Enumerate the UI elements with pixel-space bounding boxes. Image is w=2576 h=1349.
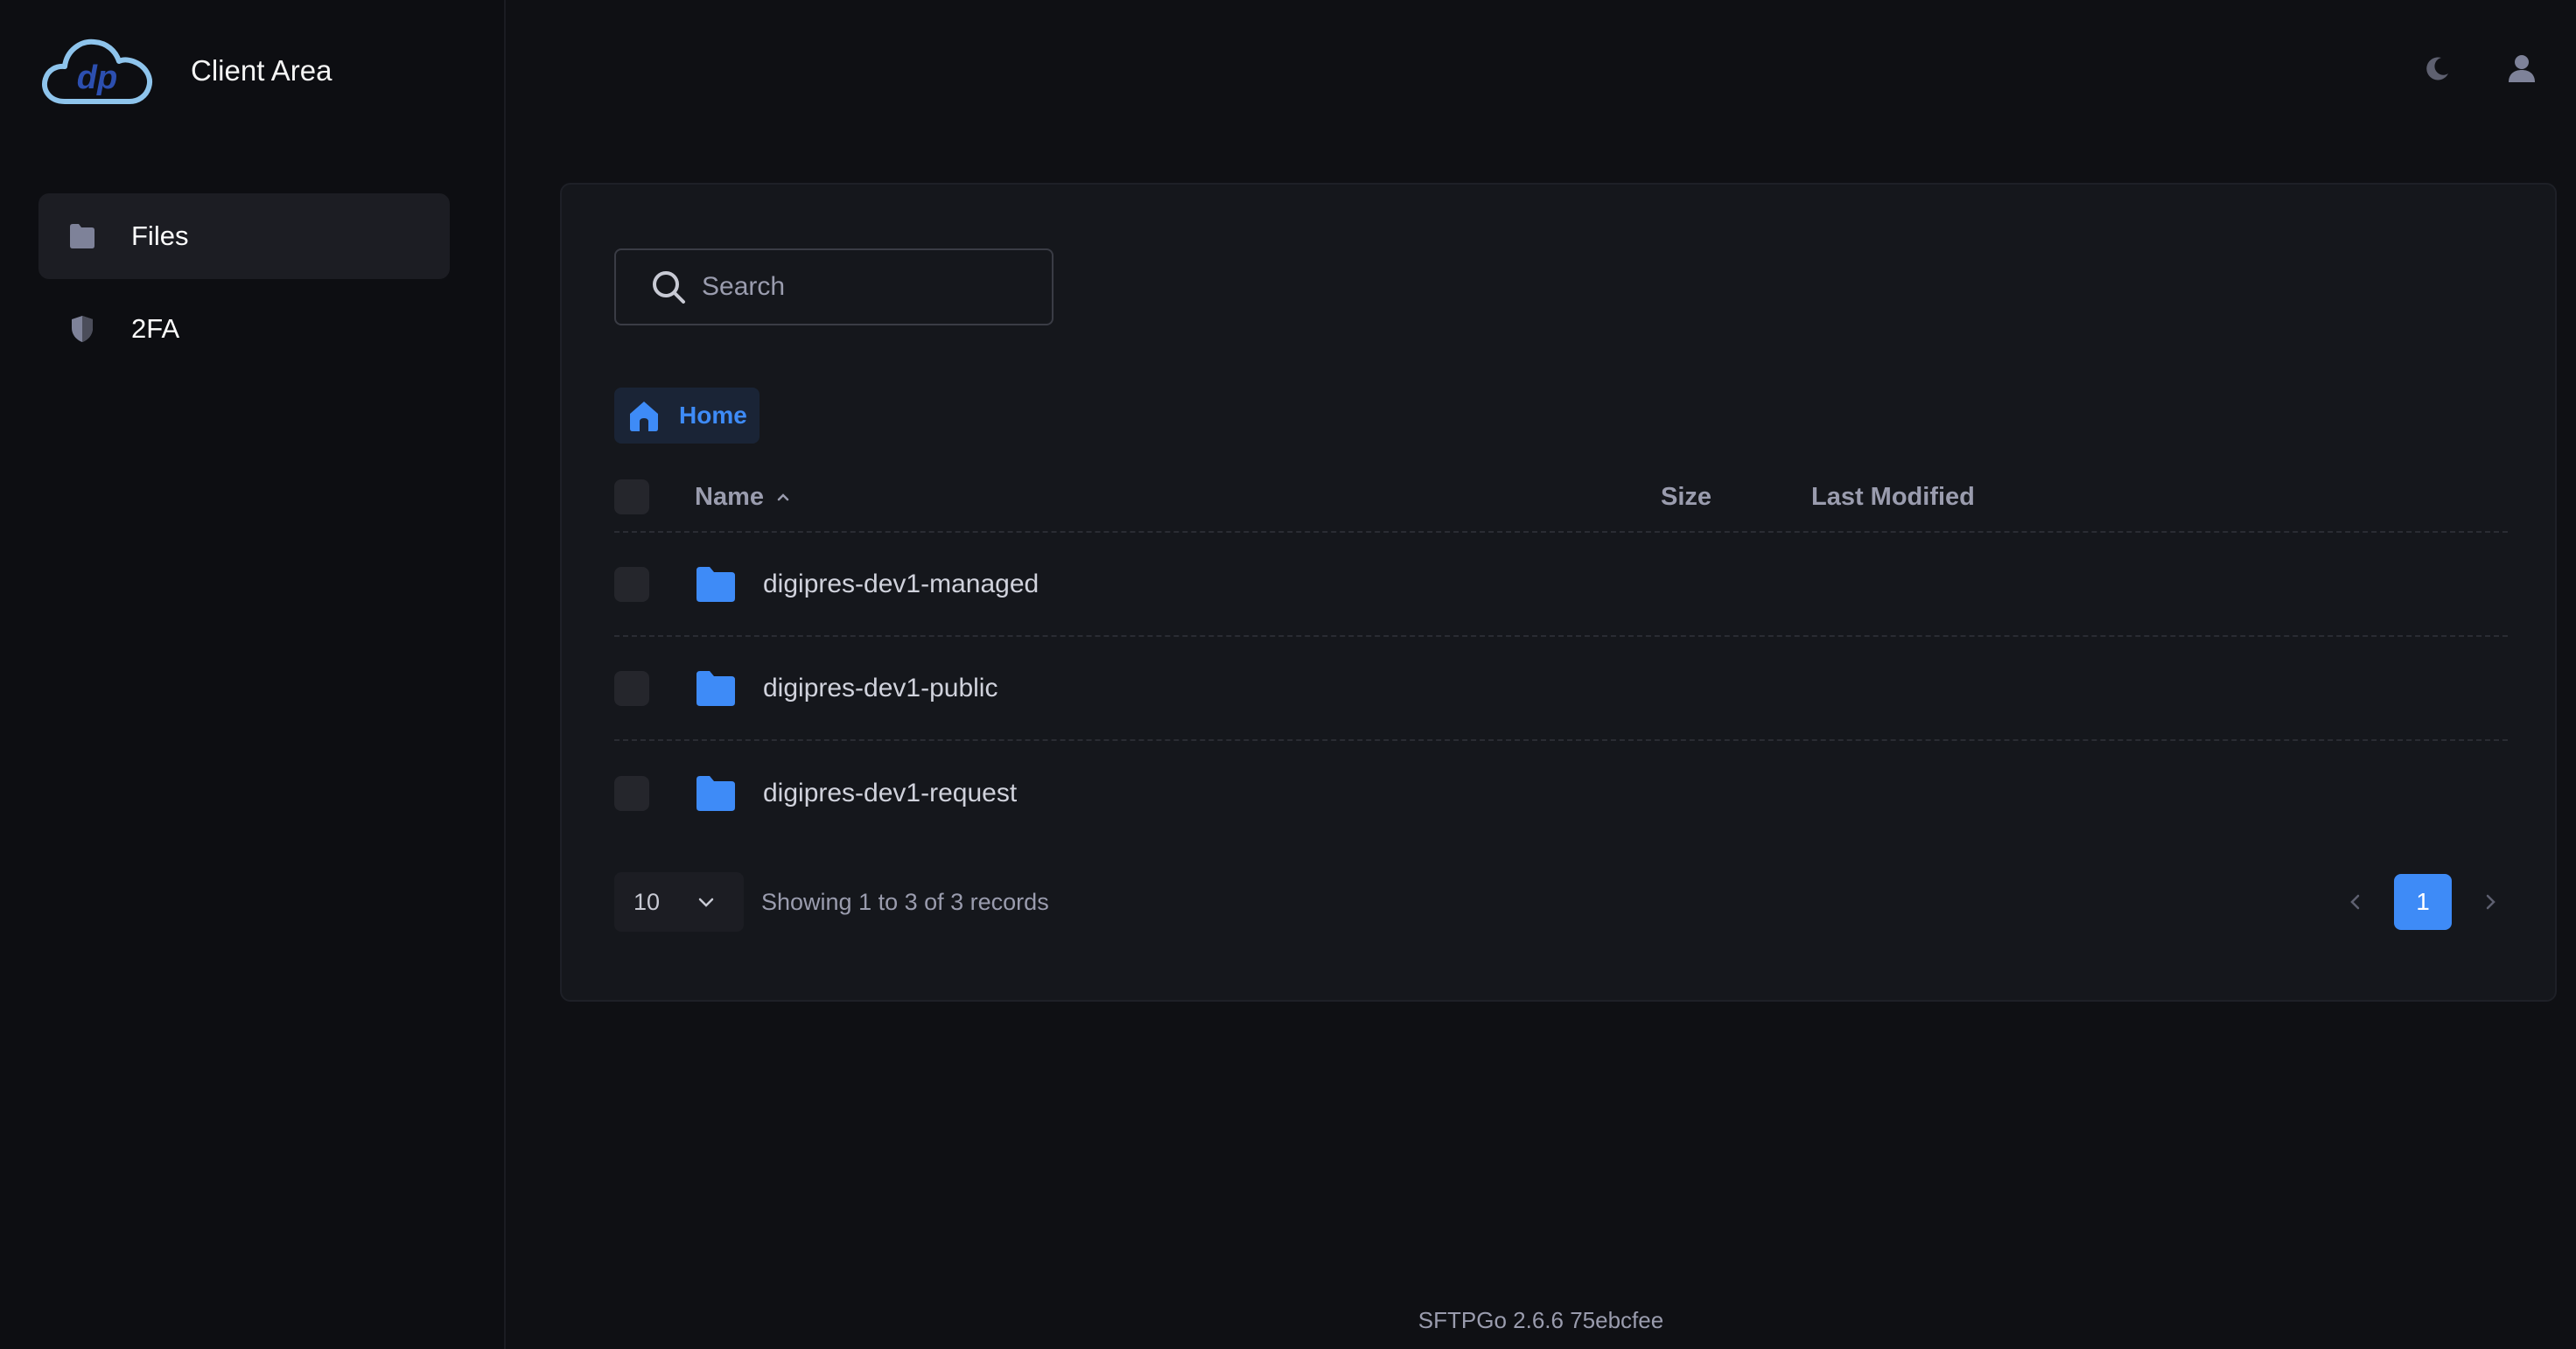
folder-name-link[interactable]: digipres-dev1-request	[763, 779, 1017, 808]
column-modified-label: Last Modified	[1811, 482, 1975, 511]
sidebar-item-2fa[interactable]: 2FA	[38, 286, 450, 372]
pagination: 1	[2338, 872, 2508, 932]
chevron-down-icon	[698, 898, 714, 907]
svg-text:dp: dp	[77, 59, 117, 96]
brand: dp Client Area	[38, 33, 332, 108]
cloud-logo-icon: dp	[42, 38, 152, 104]
row-checkbox[interactable]	[614, 566, 649, 602]
column-size-label: Size	[1661, 482, 1712, 511]
folder-icon	[65, 219, 100, 254]
files-table: Name Size Last Modified digipres-dev1-ma…	[614, 463, 2508, 845]
breadcrumb-label: Home	[679, 402, 747, 429]
column-header-name[interactable]: Name	[695, 483, 1661, 512]
row-name-cell: digipres-dev1-public	[695, 670, 1661, 707]
search-input[interactable]	[702, 261, 1034, 313]
row-checkbox[interactable]	[614, 775, 649, 811]
page-button-current[interactable]: 1	[2394, 874, 2452, 930]
version-footer: SFTPGo 2.6.6 75ebcfee	[1418, 1307, 1664, 1333]
search-box	[614, 248, 1054, 325]
column-name-label: Name	[695, 482, 764, 511]
folder-name-link[interactable]: digipres-dev1-public	[763, 674, 998, 703]
breadcrumb-home[interactable]: Home	[614, 388, 760, 444]
chevron-left-icon	[2350, 894, 2360, 910]
sidebar-item-files[interactable]: Files	[38, 193, 450, 279]
folder-icon	[696, 566, 735, 602]
search-icon	[653, 271, 685, 304]
folder-icon	[696, 775, 735, 811]
sort-asc-icon	[777, 493, 789, 501]
prev-page-button[interactable]	[2338, 884, 2373, 919]
next-page-button[interactable]	[2473, 884, 2508, 919]
sidebar: dp Client Area Files 2FA	[0, 0, 506, 1349]
folder-name-link[interactable]: digipres-dev1-managed	[763, 570, 1039, 599]
app-root: dp Client Area Files 2FA Search Home Nam…	[0, 0, 2576, 1349]
moon-icon[interactable]	[2418, 49, 2457, 87]
table-row: digipres-dev1-managed	[614, 533, 2508, 637]
column-header-modified[interactable]: Last Modified	[1811, 483, 2336, 512]
column-header-size[interactable]: Size	[1661, 483, 1811, 512]
folder-icon	[696, 670, 735, 706]
page-size-select[interactable]: 10	[614, 872, 744, 932]
records-info: Showing 1 to 3 of 3 records	[761, 888, 1049, 915]
table-footer: 10 Showing 1 to 3 of 3 records 1	[614, 872, 2508, 932]
shield-icon	[65, 311, 100, 346]
row-name-cell: digipres-dev1-managed	[695, 566, 1661, 603]
app-title: Client Area	[191, 54, 332, 87]
row-checkbox[interactable]	[614, 670, 649, 706]
chevron-right-icon	[2486, 894, 2496, 910]
sidebar-item-label: 2FA	[131, 313, 180, 344]
table-row: digipres-dev1-request	[614, 741, 2508, 845]
home-icon	[630, 402, 658, 431]
select-all-checkbox[interactable]	[614, 479, 649, 514]
file-browser-card: Home Name Size Last Modified	[560, 183, 2557, 1002]
page-size-value: 10	[634, 888, 661, 915]
user-icon[interactable]	[2502, 49, 2541, 87]
row-name-cell: digipres-dev1-request	[695, 775, 1661, 812]
sidebar-item-label: Files	[131, 220, 189, 251]
sidebar-nav: Files 2FA	[38, 193, 450, 379]
table-header: Name Size Last Modified	[614, 463, 2508, 533]
table-row: digipres-dev1-public	[614, 637, 2508, 741]
